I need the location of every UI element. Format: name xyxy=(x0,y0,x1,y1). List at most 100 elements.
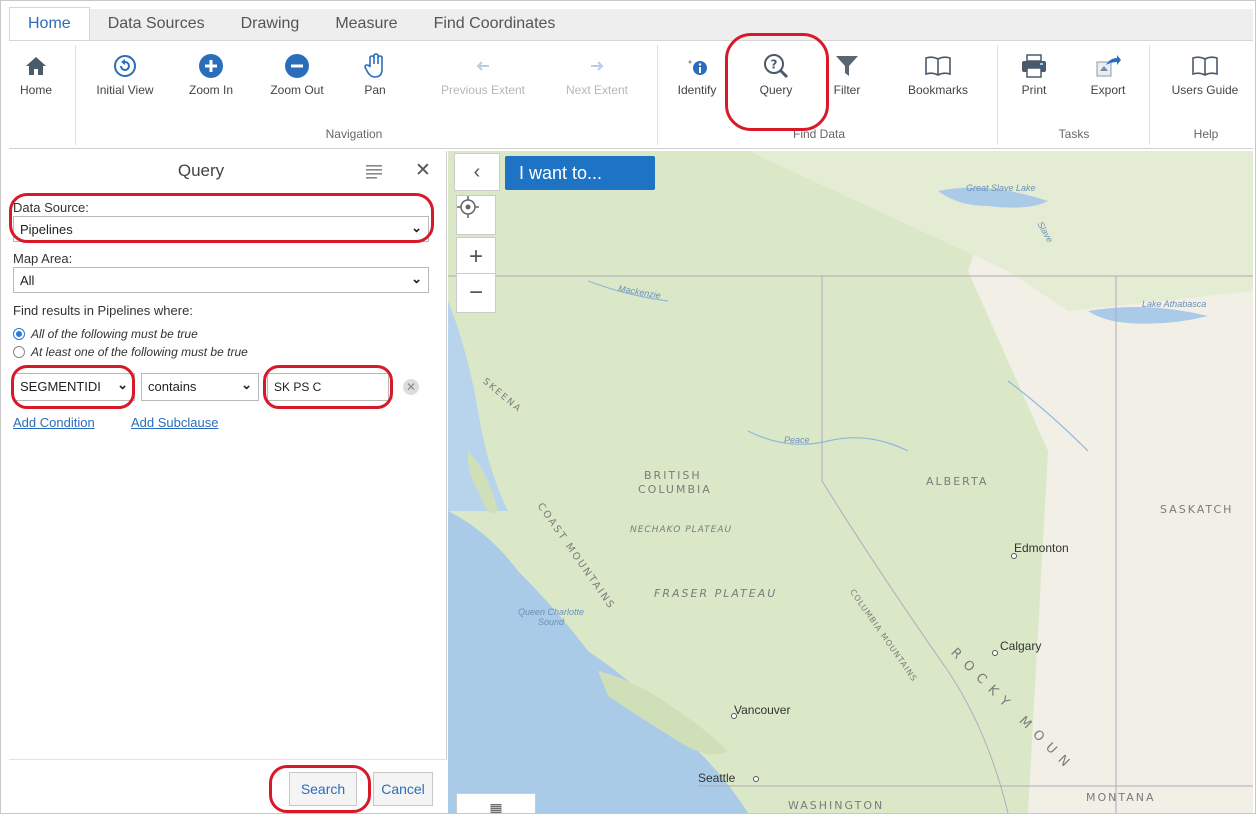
cancel-button[interactable]: Cancel xyxy=(373,772,433,806)
house-icon xyxy=(23,49,49,83)
chevron-down-icon: ⌄ xyxy=(411,220,422,235)
previous-extent-label: Previous Extent xyxy=(440,83,526,97)
tab-data-sources[interactable]: Data Sources xyxy=(90,8,223,40)
arrow-left-icon xyxy=(473,49,493,83)
map-label-calgary: Calgary xyxy=(1000,639,1042,653)
map-label-queen-charlotte-sound: Queen Charlotte Sound xyxy=(517,607,585,627)
app-window: Home Data Sources Drawing Measure Find C… xyxy=(0,0,1256,814)
zoom-in-icon xyxy=(198,49,224,83)
menu-lines-icon[interactable] xyxy=(365,163,385,184)
print-button[interactable]: Print xyxy=(1009,49,1059,109)
remove-condition-icon[interactable]: ✕ xyxy=(403,379,419,395)
data-source-select[interactable]: Pipelines ⌄ xyxy=(13,216,429,242)
add-condition-link[interactable]: Add Condition xyxy=(13,415,95,430)
zoom-in-button[interactable]: Zoom In xyxy=(179,49,243,109)
initial-view-button[interactable]: Initial View xyxy=(87,49,163,109)
map-label-great-slave-lake: Great Slave Lake xyxy=(966,183,1036,193)
condition-field-select[interactable]: SEGMENTIDI ⌄ xyxy=(13,373,135,401)
radio-any[interactable] xyxy=(13,346,25,358)
query-panel: Query ✕ Data Source: Pipelines ⌄ Map Are… xyxy=(9,151,447,813)
condition-operator-value: contains xyxy=(148,379,197,394)
map-label-edmonton: Edmonton xyxy=(1014,541,1069,555)
search-button[interactable]: Search xyxy=(289,772,357,806)
query-button[interactable]: ? Query xyxy=(743,49,809,109)
home-button[interactable]: Home xyxy=(11,49,61,109)
map-label-montana: MONTANA xyxy=(1086,791,1156,804)
chevron-down-icon: ⌄ xyxy=(411,271,422,286)
map-label-lake-athabasca: Lake Athabasca xyxy=(1142,299,1207,309)
divider xyxy=(657,45,658,145)
radio-any-label: At least one of the following must be tr… xyxy=(31,345,248,359)
zoom-out-icon xyxy=(284,49,310,83)
i-want-to-button[interactable]: I want to... xyxy=(505,156,655,190)
export-icon xyxy=(1094,49,1122,83)
book-icon xyxy=(1191,49,1219,83)
divider xyxy=(997,45,998,145)
help-group-label: Help xyxy=(1193,127,1219,141)
bookmarks-label: Bookmarks xyxy=(907,83,969,97)
tab-home[interactable]: Home xyxy=(9,7,90,40)
navigation-group-label: Navigation xyxy=(325,127,383,141)
chevron-down-icon: ⌄ xyxy=(241,377,252,392)
tab-drawing[interactable]: Drawing xyxy=(223,8,318,40)
panel-footer: Search Cancel xyxy=(9,759,447,813)
map-label-peace: Peace xyxy=(784,435,810,445)
funnel-icon xyxy=(834,49,860,83)
collapse-panel-button[interactable]: ‹ xyxy=(454,153,500,191)
export-button[interactable]: Export xyxy=(1081,49,1135,109)
close-icon[interactable]: ✕ xyxy=(415,159,431,182)
basemap-toggle-icon[interactable]: ▦ xyxy=(456,793,536,813)
print-label: Print xyxy=(1021,83,1047,97)
map-label-british-columbia-line2: COLUMBIA xyxy=(638,483,712,496)
divider xyxy=(1149,45,1150,145)
svg-text:?: ? xyxy=(771,58,778,72)
condition-field-value: SEGMENTIDI xyxy=(20,379,101,394)
pan-label: Pan xyxy=(364,83,386,97)
map-zoom-out-button[interactable]: − xyxy=(456,273,496,313)
map-label-nechako-plateau: NECHAKO PLATEAU xyxy=(630,525,733,535)
arrow-right-icon xyxy=(587,49,607,83)
pan-button[interactable]: Pan xyxy=(353,49,397,109)
identify-button[interactable]: Identify xyxy=(669,49,725,109)
map-area-value: All xyxy=(20,273,35,288)
zoom-out-button[interactable]: Zoom Out xyxy=(259,49,335,109)
find-results-label: Find results in Pipelines where: xyxy=(13,303,193,318)
map-label-vancouver: Vancouver xyxy=(734,703,791,717)
radio-all-row[interactable]: All of the following must be true xyxy=(13,327,198,341)
next-extent-button[interactable]: Next Extent xyxy=(553,49,641,109)
bookmarks-button[interactable]: Bookmarks xyxy=(893,49,983,109)
ribbon-toolbar: Home Initial View Zoom In Zoom Out Pan P… xyxy=(9,41,1253,149)
radio-all[interactable] xyxy=(13,328,25,340)
map-view[interactable]: ‹ I want to... + − ▦ Great Slave Lake Sl… xyxy=(448,151,1253,813)
condition-operator-select[interactable]: contains ⌄ xyxy=(141,373,259,401)
reset-view-icon xyxy=(113,49,137,83)
map-zoom-in-button[interactable]: + xyxy=(456,237,496,277)
zoom-in-label: Zoom In xyxy=(188,83,233,97)
map-label-seattle: Seattle xyxy=(698,771,736,785)
add-subclause-link[interactable]: Add Subclause xyxy=(131,415,218,430)
map-label-alberta: ALBERTA xyxy=(926,475,989,488)
previous-extent-button[interactable]: Previous Extent xyxy=(427,49,539,109)
tab-bar: Home Data Sources Drawing Measure Find C… xyxy=(9,7,1253,41)
users-guide-button[interactable]: Users Guide xyxy=(1159,49,1251,109)
map-label-washington: WASHINGTON xyxy=(788,799,885,812)
basemap xyxy=(448,151,1253,813)
filter-label: Filter xyxy=(833,83,861,97)
book-icon xyxy=(924,49,952,83)
identify-icon xyxy=(684,49,710,83)
next-extent-label: Next Extent xyxy=(565,83,629,97)
locate-icon[interactable] xyxy=(456,195,496,235)
map-area-label: Map Area: xyxy=(13,251,73,266)
map-area-select[interactable]: All ⌄ xyxy=(13,267,429,293)
chevron-down-icon: ⌄ xyxy=(117,377,128,392)
query-label: Query xyxy=(759,83,793,97)
tab-find-coordinates[interactable]: Find Coordinates xyxy=(416,8,574,40)
panel-header: Query ✕ xyxy=(9,151,447,191)
filter-button[interactable]: Filter xyxy=(825,49,869,109)
tab-measure[interactable]: Measure xyxy=(317,8,415,40)
map-label-british-columbia-line1: BRITISH xyxy=(644,469,702,482)
find-data-group-label: Find Data xyxy=(792,127,846,141)
query-magnifier-icon: ? xyxy=(762,49,790,83)
radio-any-row[interactable]: At least one of the following must be tr… xyxy=(13,345,248,359)
condition-value-input[interactable]: SK PS C xyxy=(267,373,389,401)
